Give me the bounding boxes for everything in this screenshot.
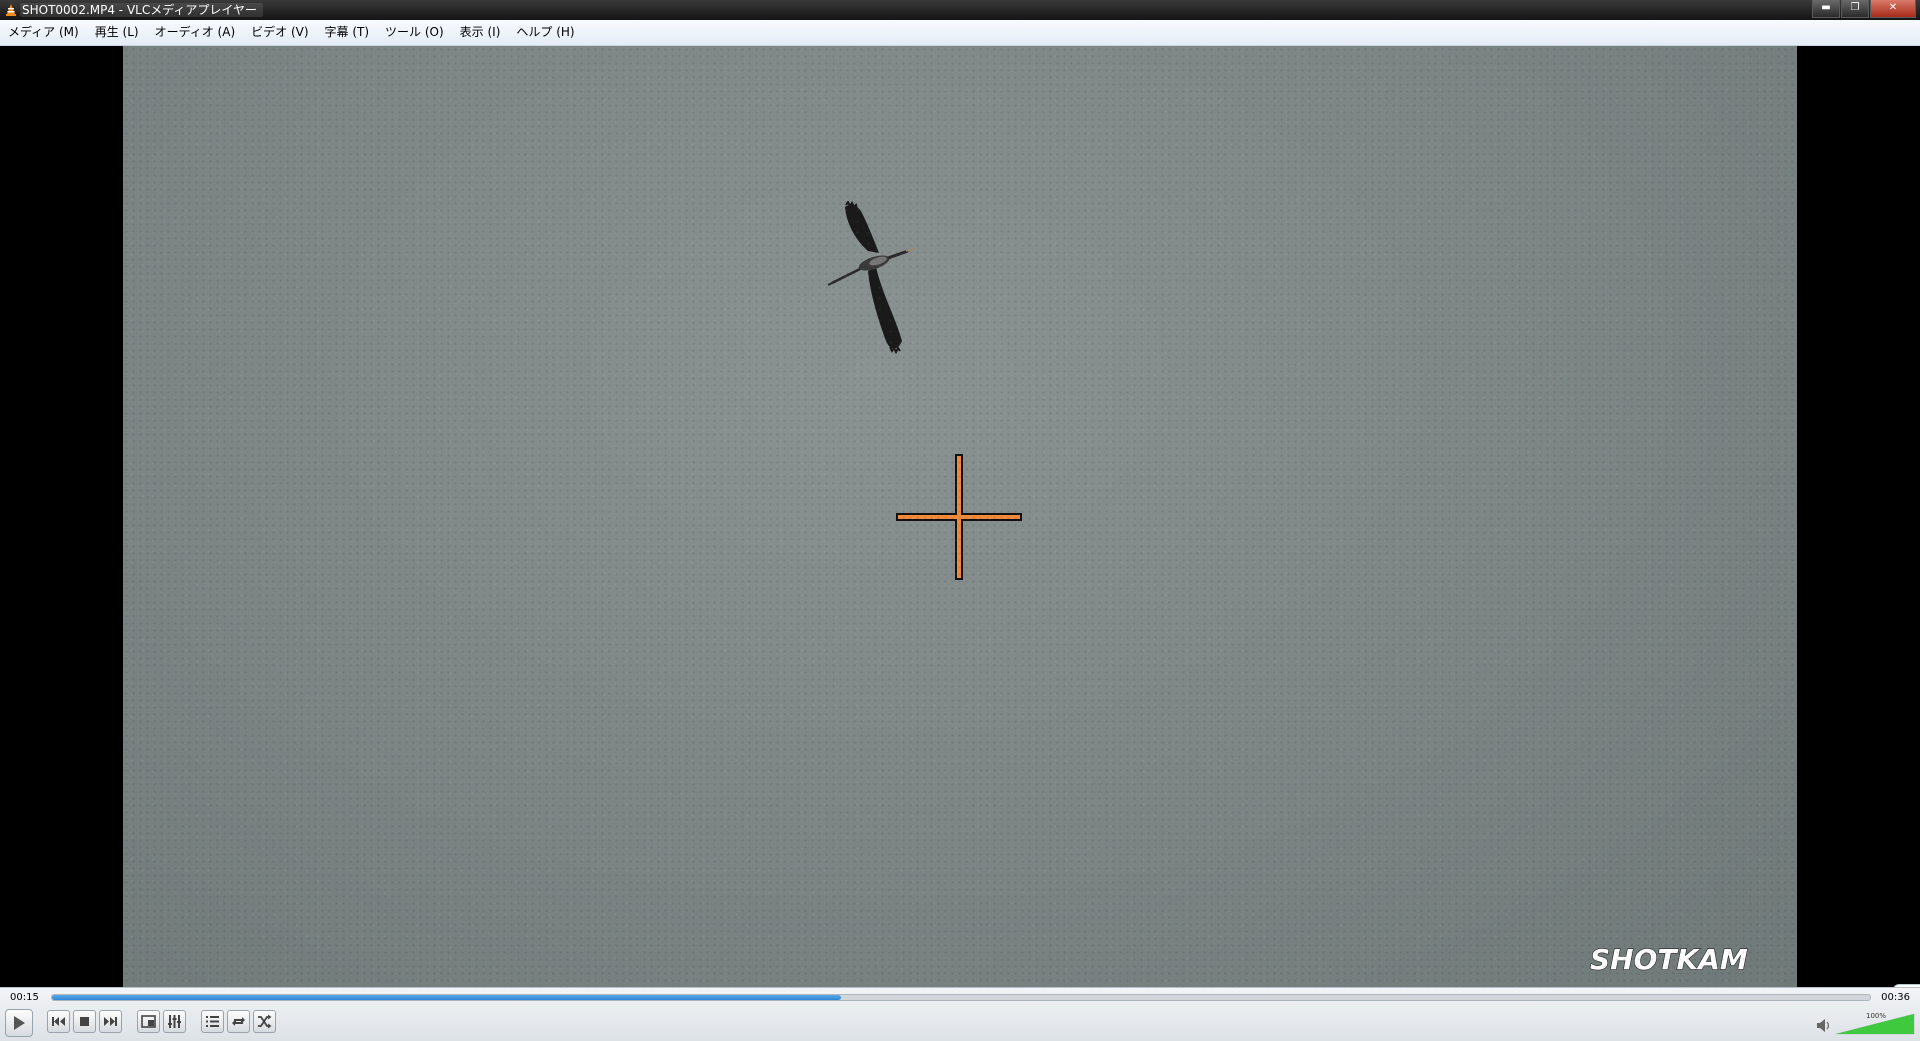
menu-playback[interactable]: 再生 (L) [87,20,147,45]
video-area[interactable]: SHOTKAM [0,46,1920,1036]
menu-view[interactable]: 表示 (I) [452,20,509,45]
playlist-icon [206,1016,219,1027]
menu-bar: メディア (M) 再生 (L) オーディオ (A) ビデオ (V) 字幕 (T)… [0,20,1920,46]
video-frame[interactable]: SHOTKAM [123,46,1797,987]
heron-in-flight [827,201,919,355]
menu-tools[interactable]: ツール (O) [377,20,452,45]
play-button[interactable] [5,1009,33,1037]
menu-audio[interactable]: オーディオ (A) [147,20,244,45]
stop-icon [80,1017,89,1026]
next-button[interactable] [99,1010,122,1033]
crosshair-reticle [896,454,1022,580]
vlc-cone-icon [6,4,16,16]
minimize-button[interactable]: ▬ [1812,0,1840,18]
window-controls: ▬ ❐ ✕ [1811,0,1916,18]
window-titlebar[interactable]: SHOT0002.MP4 - VLCメディアプレイヤー ▬ ❐ ✕ [0,0,1920,20]
stop-button[interactable] [73,1010,96,1033]
seek-progress [52,995,841,1000]
extended-settings-button[interactable] [163,1010,186,1033]
volume-percent: 100% [1866,1012,1886,1020]
menu-media[interactable]: メディア (M) [0,20,87,45]
playlist-button[interactable] [201,1010,224,1033]
player-controls: 00:15 00:36 100% [0,987,1920,1041]
total-time: 00:36 [1881,992,1910,1003]
elapsed-time: 00:15 [10,992,39,1003]
menu-subtitle[interactable]: 字幕 (T) [317,20,378,45]
next-icon [104,1017,117,1026]
watermark-text: SHOTKAM [1590,943,1748,976]
menu-help[interactable]: ヘルプ (H) [508,20,582,45]
play-icon [14,1016,25,1030]
speaker-icon[interactable] [1817,1019,1830,1032]
fullscreen-icon [141,1015,156,1028]
volume-control[interactable]: 100% [1816,1010,1916,1036]
menu-video[interactable]: ビデオ (V) [243,20,316,45]
shuffle-button[interactable] [253,1010,276,1033]
previous-icon [52,1017,65,1026]
loop-icon [232,1017,245,1026]
previous-button[interactable] [47,1010,70,1033]
fullscreen-button[interactable] [137,1010,160,1033]
close-button[interactable]: ✕ [1870,0,1916,18]
window-title: SHOT0002.MP4 - VLCメディアプレイヤー [20,3,264,17]
shotkam-watermark: SHOTKAM [1589,942,1748,976]
crosshair-vertical [957,456,961,578]
equalizer-icon [168,1015,181,1028]
maximize-button[interactable]: ❐ [1841,0,1869,18]
loop-button[interactable] [227,1010,250,1033]
seek-slider[interactable] [51,994,1871,1001]
shuffle-icon [258,1014,272,1029]
